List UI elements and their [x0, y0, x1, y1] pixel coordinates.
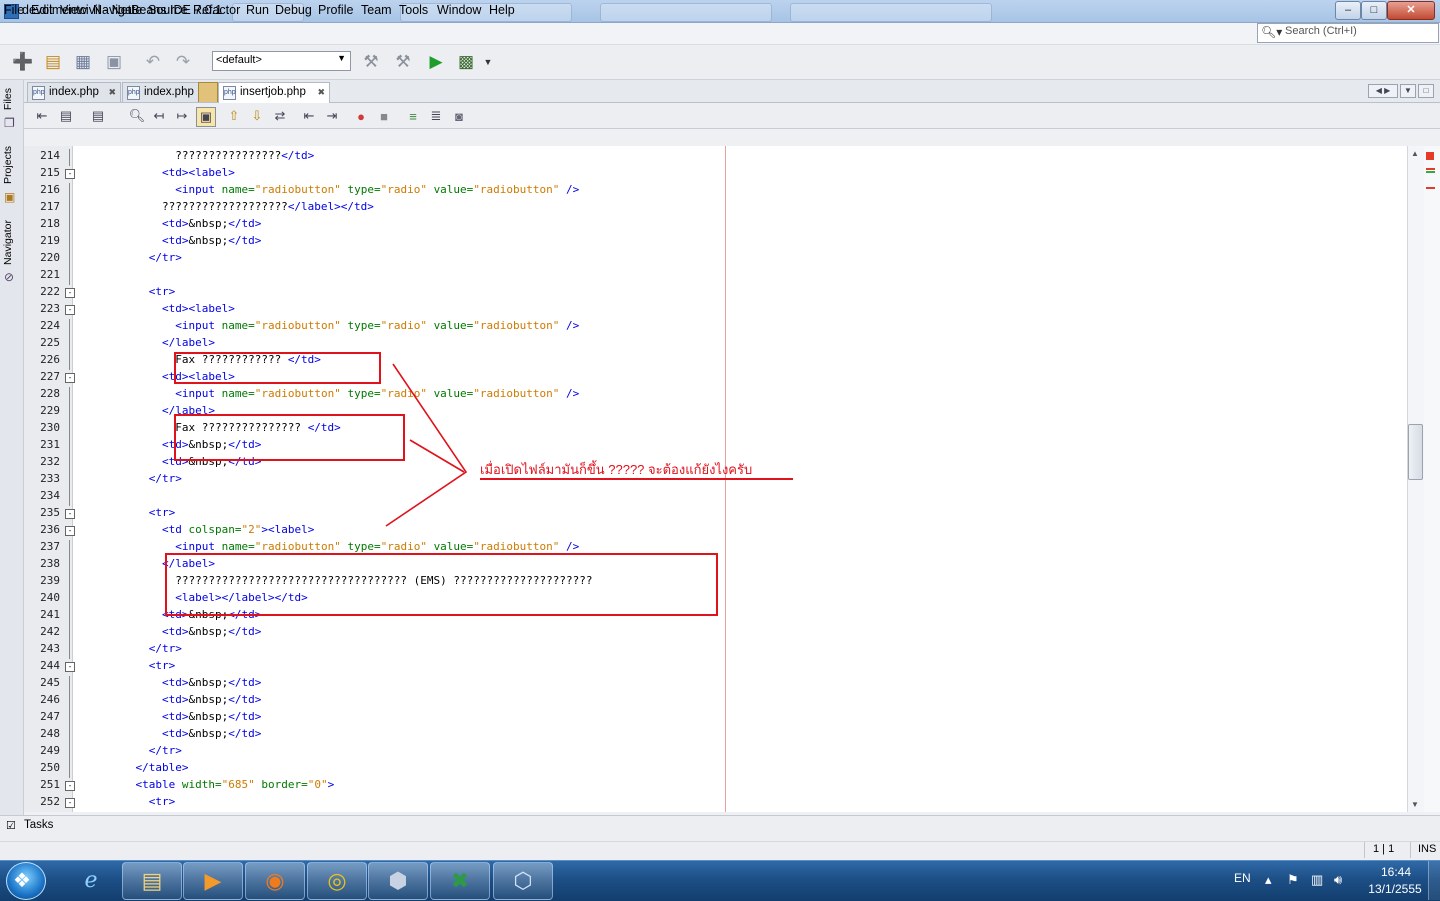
caret-position: 1 | 1 — [1373, 843, 1395, 855]
excel-icon[interactable]: ✖ — [430, 862, 490, 900]
show-hidden-icons-icon[interactable]: ▴ — [1265, 872, 1272, 888]
netbeans-taskbar-icon[interactable]: ⬡ — [493, 862, 553, 900]
annotation-arrow-chevron — [385, 363, 468, 527]
action-center-icon[interactable]: ⚑ — [1287, 872, 1299, 888]
status-separator — [1364, 842, 1365, 858]
explorer-folder-icon[interactable]: ▤ — [122, 862, 182, 900]
volume-icon[interactable]: 🔊︎ — [1334, 872, 1342, 888]
insert-mode: INS — [1418, 843, 1437, 855]
media-player-icon[interactable]: ▶ — [183, 862, 243, 900]
language-indicator[interactable]: EN — [1234, 871, 1251, 885]
firefox-icon[interactable]: ◉ — [245, 862, 305, 900]
show-desktop-button[interactable] — [1428, 861, 1440, 900]
annotation-text: เมื่อเปิดไฟล์มามันก็ขึ้น ????? จะต้องแก้… — [480, 462, 753, 477]
clock-time[interactable]: 16:44 — [1374, 865, 1418, 879]
status-bar — [0, 841, 1440, 860]
tasks-bar — [0, 815, 1440, 841]
chrome-icon[interactable]: ◎ — [307, 862, 367, 900]
tasks-icon: ☑ — [6, 820, 16, 832]
internet-explorer-icon[interactable]: ℯ — [62, 862, 120, 898]
virtualbox-icon[interactable]: ⬢ — [368, 862, 428, 900]
clock-date[interactable]: 13/1/2555 — [1364, 882, 1426, 896]
annotation-arrows — [385, 363, 468, 527]
tasks-tab[interactable]: Tasks — [24, 819, 53, 831]
annotation-underline — [480, 478, 793, 480]
network-icon[interactable]: ▥ — [1311, 872, 1323, 888]
status-separator — [1410, 842, 1411, 858]
windows-logo-icon: ❖ — [13, 870, 31, 892]
